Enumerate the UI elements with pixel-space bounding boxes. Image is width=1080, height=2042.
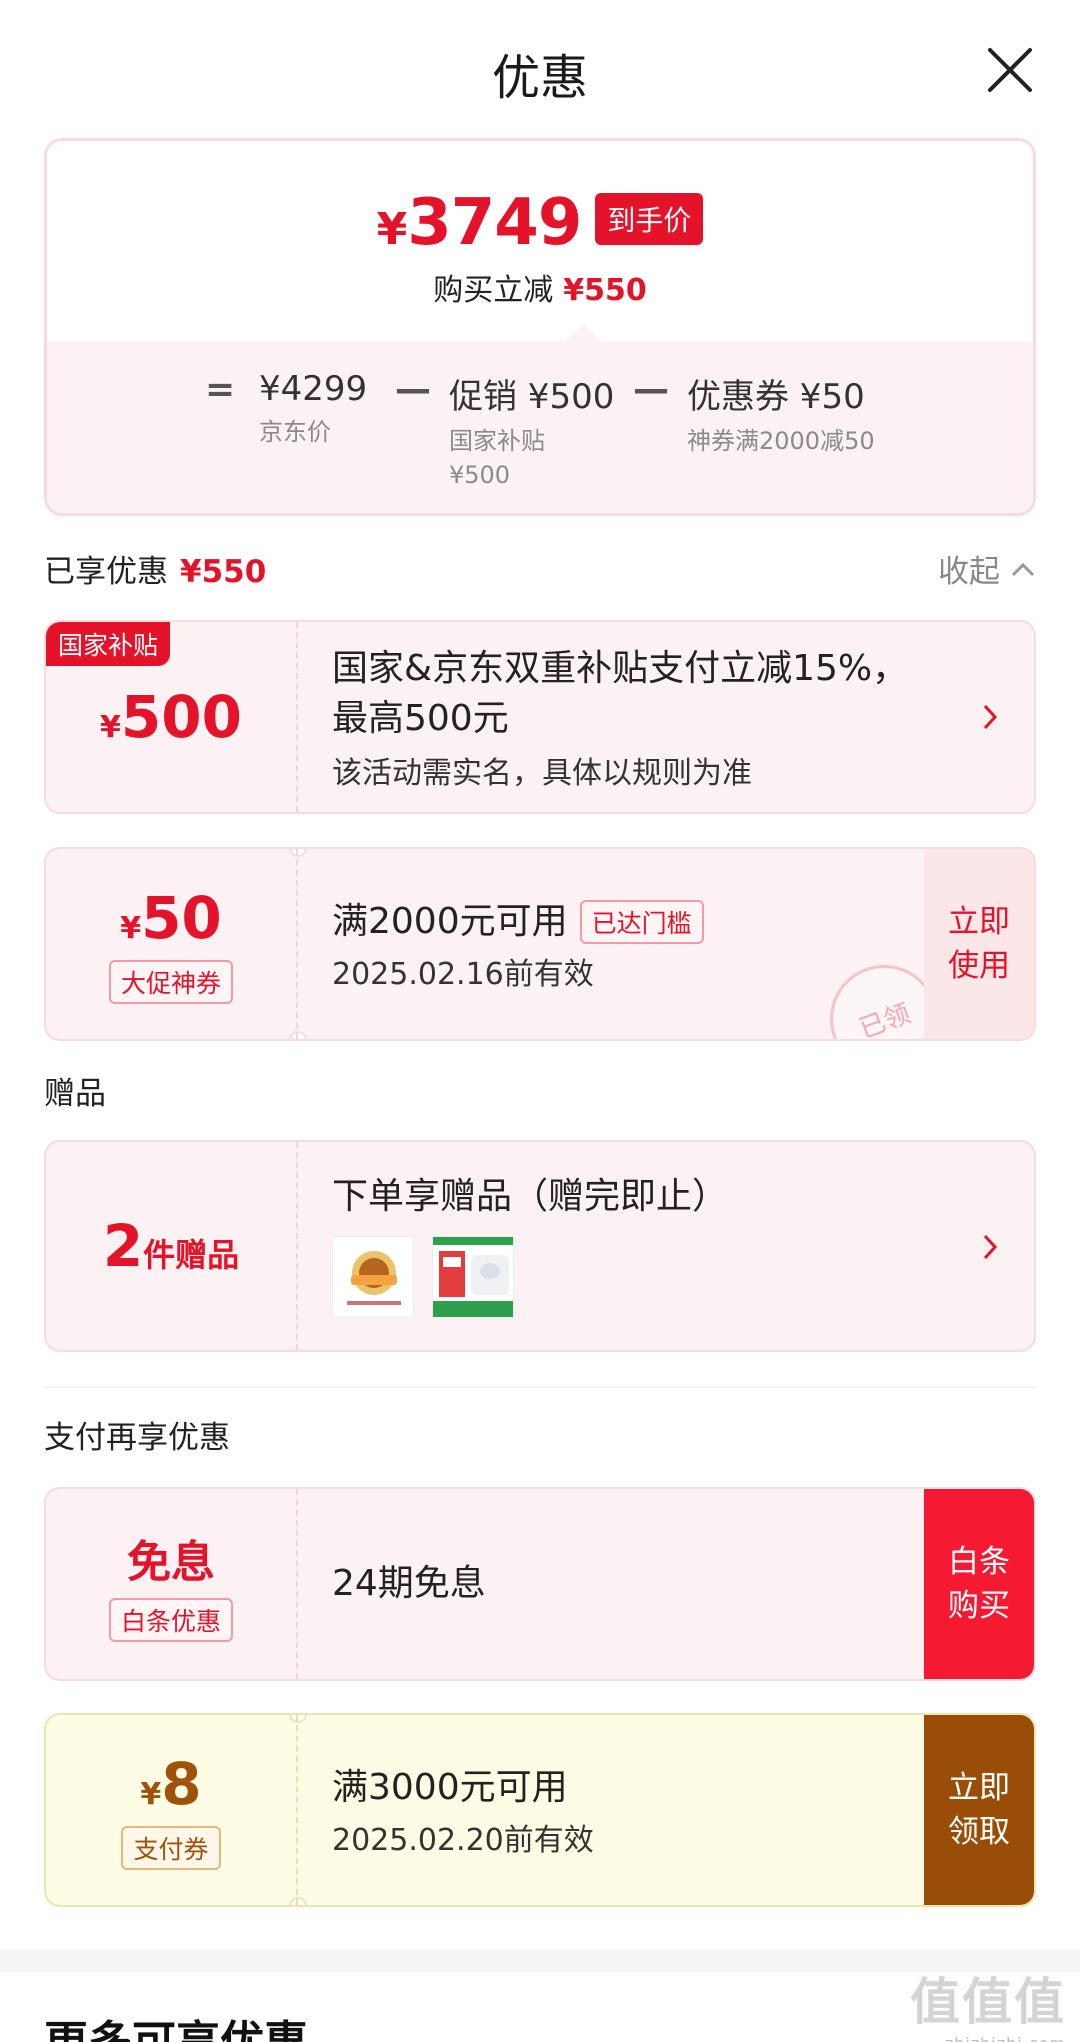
- gifts-card[interactable]: 2件赠品 下单享赠品（赠完即止）: [44, 1140, 1036, 1352]
- final-price-row: ¥3749 到手价: [47, 186, 1033, 260]
- subsidy-tag: 国家补贴: [46, 622, 171, 666]
- site-watermark: 值值值 zhizhizhi.com: [910, 1973, 1066, 2042]
- chevron-up-icon: [1011, 562, 1035, 576]
- baitiao-buy-button[interactable]: 白条 购买: [924, 1489, 1034, 1679]
- gift-count: 2件赠品: [102, 1212, 240, 1280]
- sheet-title: 优惠: [491, 50, 588, 106]
- subsidy-card[interactable]: ¥500 国家补贴 国家&京东双重补贴支付立减15%，最高500元 该活动需实名…: [44, 620, 1036, 814]
- divider: [44, 1386, 1036, 1388]
- offers-sheet: 优惠 ¥3749 到手价 购买立减 ¥550 = ¥4299 京东价 — 促销 ¥: [0, 0, 1080, 2042]
- final-price-tag: 到手价: [595, 193, 704, 245]
- threshold-met-tag: 已达门槛: [579, 900, 704, 944]
- subsidy-note: 该活动需实名，具体以规则为准: [332, 756, 752, 791]
- coupon-card: ¥50 大促神券 满2000元可用 已达门槛 2025.02.16前有效 已领 …: [44, 847, 1036, 1041]
- gift-thumbnail-1[interactable]: [332, 1236, 414, 1318]
- claim-now-button[interactable]: 立即 领取: [924, 1715, 1034, 1905]
- use-now-button[interactable]: 立即 使用: [924, 849, 1034, 1039]
- minus-sign-2: —: [633, 369, 669, 410]
- gift-thumbnail-2[interactable]: [432, 1236, 514, 1318]
- coupon-type-chip: 大促神券: [108, 960, 233, 1004]
- pay-offers-label: 支付再享优惠: [44, 1420, 230, 1456]
- subsidy-amount: ¥500: [100, 683, 242, 751]
- gifts-title: 下单享赠品（赠完即止）: [332, 1176, 729, 1217]
- sheet-header: 优惠: [0, 0, 1080, 140]
- coupon-threshold: 满2000元可用: [332, 901, 568, 942]
- gifts-label: 赠品: [44, 1076, 106, 1112]
- final-price: ¥3749: [376, 186, 583, 260]
- baitiao-chip: 白条优惠: [108, 1598, 233, 1642]
- pay-coupon-amount: ¥8: [140, 1750, 202, 1818]
- more-offers-title: 更多可享优惠: [44, 2006, 308, 2042]
- interest-free-card: 免息 白条优惠 24期免息 白条 购买: [44, 1487, 1036, 1681]
- pay-coupon-chip: 支付券: [121, 1826, 221, 1870]
- instant-discount-row: 购买立减 ¥550: [433, 273, 647, 308]
- collapse-button[interactable]: 收起: [938, 546, 1036, 591]
- enjoyed-amount: ¥550: [180, 554, 267, 590]
- equals-sign: =: [205, 369, 236, 410]
- close-icon[interactable]: [984, 44, 1036, 96]
- coupon-deduction: 优惠券 ¥50 神券满2000减50: [687, 377, 875, 455]
- enjoyed-offers-label: 已享优惠 ¥550: [44, 554, 267, 590]
- base-price: ¥4299 京东价: [259, 369, 368, 446]
- interest-free-label: 免息: [127, 1537, 215, 1588]
- coupon-amount: ¥50: [120, 884, 222, 952]
- price-summary-card: ¥3749 到手价 购买立减 ¥550 = ¥4299 京东价 — 促销 ¥500…: [44, 138, 1036, 516]
- chevron-right-icon[interactable]: [982, 700, 998, 740]
- chevron-right-icon[interactable]: [982, 1230, 998, 1270]
- subsidy-title: 国家&京东双重补贴支付立减15%，最高500元: [332, 648, 909, 739]
- instant-discount-amount: ¥550: [563, 273, 647, 308]
- pay-coupon-card: ¥8 支付券 满3000元可用 2025.02.20前有效 立即 领取: [44, 1713, 1036, 1907]
- minus-sign: —: [395, 369, 431, 410]
- promo-deduction: 促销 ¥500 国家补贴 ¥500: [449, 377, 615, 489]
